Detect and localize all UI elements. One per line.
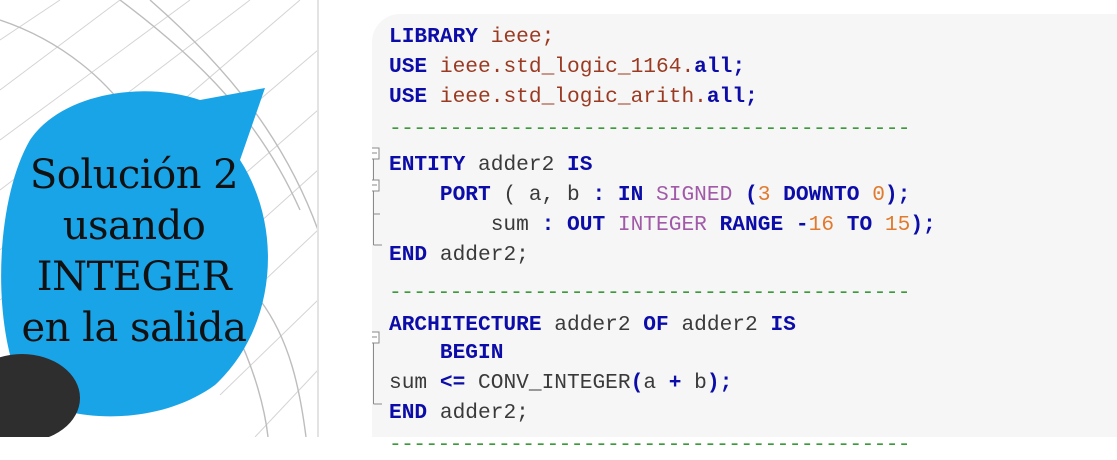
code-token: OF: [643, 313, 669, 337]
bubble-line-2: usando: [62, 203, 206, 249]
bubble-line-3: INTEGER: [36, 254, 232, 300]
code-token: IS: [770, 313, 796, 337]
code-line: LIBRARY ieee;: [389, 22, 554, 52]
code-token: a: [643, 371, 669, 395]
code-token: :: [541, 213, 555, 237]
code-token: +: [668, 371, 682, 395]
bubble-caption: Solución 2 usando INTEGER en la salida: [0, 150, 268, 354]
code-token: );: [884, 183, 911, 207]
code-line: ----------------------------------------…: [389, 430, 911, 460]
code-line: ----------------------------------------…: [389, 278, 911, 308]
code-token: BEGIN: [389, 341, 504, 365]
code-line: USE ieee.std_logic_arith.all;: [389, 82, 758, 112]
code-token: 16: [808, 213, 835, 237]
code-token: ieee;: [478, 25, 555, 49]
code-token: <=: [439, 371, 466, 395]
code-token: sum: [389, 371, 440, 395]
code-token: ----------------------------------------…: [389, 117, 911, 141]
code-token: );: [706, 371, 733, 395]
code-token: (: [630, 371, 644, 395]
code-token: adder2: [541, 313, 644, 337]
code-token: ;: [745, 85, 758, 109]
code-token: all: [706, 85, 746, 109]
code-token: END: [389, 243, 428, 267]
code-token: adder2: [465, 153, 568, 177]
code-editor-panel: LIBRARY ieee; USE ieee.std_logic_1164.all…: [372, 14, 1117, 457]
code-token: 3: [757, 183, 771, 207]
code-token: USE: [389, 55, 428, 79]
code-line: END adder2;: [389, 398, 529, 428]
code-line: sum : OUT INTEGER RANGE -16 TO 15);: [389, 210, 936, 240]
code-token: LIBRARY: [389, 25, 479, 49]
bubble-line-4: en la salida: [21, 305, 247, 351]
code-token: sum: [389, 213, 542, 237]
code-token: :: [592, 183, 606, 207]
code-token: ----------------------------------------…: [389, 281, 911, 305]
code-token: 0: [872, 183, 885, 207]
code-line: ARCHITECTURE adder2 OF adder2 IS: [389, 310, 796, 340]
code-token: ARCHITECTURE: [389, 313, 542, 337]
code-token: adder2;: [427, 243, 529, 267]
code-token: ;: [732, 55, 746, 79]
code-token: all: [694, 55, 733, 79]
code-token: ( a, b: [490, 183, 593, 207]
code-token: RANGE: [719, 213, 784, 237]
code-token: SIGNED: [643, 183, 746, 207]
code-line: ENTITY adder2 IS: [389, 150, 592, 180]
code-token: IS: [567, 153, 593, 177]
code-token: ieee.std_logic_arith.: [427, 85, 707, 109]
bubble-line-1: Solución 2: [29, 152, 239, 198]
code-token: END: [389, 401, 428, 425]
code-line: ----------------------------------------…: [389, 114, 911, 144]
code-token: INTEGER: [605, 213, 720, 237]
code-token: IN: [605, 183, 644, 207]
code-line: END adder2;: [389, 240, 529, 270]
code-line: sum <= CONV_INTEGER(a + b);: [389, 368, 732, 398]
code-line: BEGIN: [389, 338, 504, 368]
code-token: b: [681, 371, 707, 395]
code-token: TO: [834, 213, 885, 237]
code-token: USE: [389, 85, 428, 109]
code-token: 15: [884, 213, 911, 237]
code-token: );: [910, 213, 936, 237]
code-token: -: [783, 213, 809, 237]
code-token: (: [745, 183, 758, 207]
code-token: PORT: [389, 183, 491, 207]
code-token: adder2;: [427, 401, 529, 425]
code-line: PORT ( a, b : IN SIGNED (3 DOWNTO 0);: [389, 180, 911, 210]
code-token: DOWNTO: [770, 183, 873, 207]
code-token: OUT: [554, 213, 606, 237]
code-token: ENTITY: [389, 153, 466, 177]
code-token: ieee.std_logic_1164.: [427, 55, 695, 79]
code-token: adder2: [668, 313, 771, 337]
code-token: CONV_INTEGER: [465, 371, 631, 395]
code-line: USE ieee.std_logic_1164.all;: [389, 52, 745, 82]
